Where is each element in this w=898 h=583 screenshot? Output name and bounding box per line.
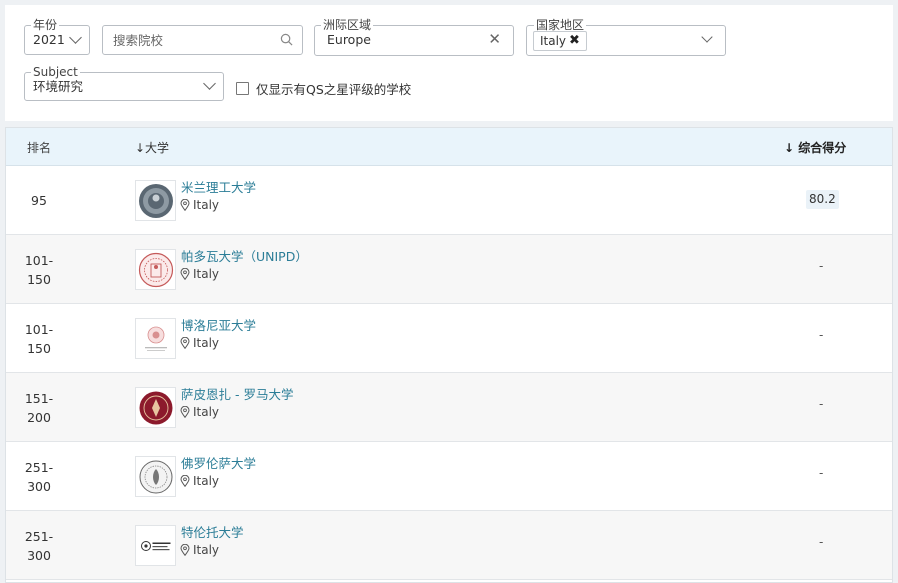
unitn-seal-icon [140, 540, 170, 551]
country-info: Italy [180, 267, 219, 281]
location-pin-icon [180, 199, 190, 211]
country-text: Italy [193, 267, 220, 281]
table-row[interactable]: 151- 200 萨皮恩扎 - 罗马大学 Italy - [6, 373, 892, 442]
rank-cell: 251- 300 [24, 528, 54, 563]
location-pin-icon [180, 268, 190, 280]
region-select[interactable]: 洲际区域 Europe ✕ [314, 17, 514, 56]
university-logo[interactable] [135, 318, 176, 359]
location-pin-icon [180, 544, 190, 556]
ranking-table: 排名 ↓大学 ↓ 综合得分 95 米兰理工大学 Italy 80.2 101- 1… [5, 127, 893, 583]
country-info: Italy [180, 543, 219, 557]
university-logo[interactable] [135, 249, 176, 290]
rank-cell: 251- 300 [24, 459, 54, 494]
country-text: Italy [193, 405, 220, 419]
rank-cell: 101- 150 [24, 321, 54, 356]
university-name-link[interactable]: 米兰理工大学 [181, 177, 256, 196]
location-pin-icon [180, 475, 190, 487]
search-field[interactable] [102, 25, 303, 55]
country-info: Italy [180, 336, 219, 350]
region-value: Europe [327, 32, 371, 47]
chevron-down-icon [69, 31, 82, 44]
polimi-seal-icon [138, 183, 173, 218]
subject-label: Subject [31, 64, 80, 80]
location-pin-icon [180, 406, 190, 418]
overall-score: - [819, 328, 824, 342]
rank-cell: 151- 200 [24, 390, 54, 425]
search-input[interactable] [103, 26, 302, 54]
country-text: Italy [193, 474, 220, 488]
overall-score: - [819, 535, 824, 549]
rank-column-header[interactable]: 排名 [27, 139, 51, 156]
table-row[interactable]: 251- 300 佛罗伦萨大学 Italy - [6, 442, 892, 511]
university-logo[interactable] [135, 387, 176, 428]
country-text: Italy [193, 543, 220, 557]
rank-cell: 101- 150 [24, 252, 54, 287]
overall-score: - [819, 259, 824, 273]
country-chip-label: Italy [540, 34, 567, 48]
chevron-down-icon [701, 31, 713, 43]
university-logo[interactable] [135, 180, 176, 221]
rank-cell: 95 [31, 193, 47, 208]
country-text: Italy [193, 198, 220, 212]
qs-stars-label[interactable]: 仅显示有QS之星评级的学校 [256, 79, 411, 98]
table-header: 排名 ↓大学 ↓ 综合得分 [6, 128, 892, 166]
qs-stars-filter[interactable]: 仅显示有QS之星评级的学校 [236, 79, 411, 98]
unibo-seal-icon [144, 326, 167, 351]
location-pin-icon [180, 337, 190, 349]
qs-stars-checkbox[interactable] [236, 82, 249, 95]
table-row[interactable]: 101- 150 帕多瓦大学（UNIPD） Italy - [6, 235, 892, 304]
overall-score: - [819, 397, 824, 411]
overall-score: - [819, 466, 824, 480]
country-text: Italy [193, 336, 220, 350]
year-label: 年份 [31, 17, 60, 33]
chevron-down-icon [203, 77, 216, 90]
score-column-header[interactable]: ↓ 综合得分 [784, 139, 846, 156]
year-value: 2021 [33, 32, 65, 47]
university-logo[interactable] [135, 456, 176, 497]
subject-select[interactable]: Subject 环境研究 [24, 64, 224, 101]
filter-panel: 年份 2021 洲际区域 Europe ✕ 国家地区 Italy ✖ Subje… [5, 5, 893, 121]
close-icon[interactable]: ✖ [569, 32, 580, 50]
university-name-link[interactable]: 萨皮恩扎 - 罗马大学 [181, 384, 293, 403]
year-select[interactable]: 年份 2021 [24, 17, 90, 55]
overall-score: 80.2 [806, 190, 839, 209]
table-row[interactable]: 95 米兰理工大学 Italy 80.2 [6, 166, 892, 235]
search-icon[interactable] [280, 33, 293, 46]
country-chip[interactable]: Italy ✖ [533, 31, 587, 51]
close-icon[interactable]: ✕ [488, 31, 501, 47]
university-column-header[interactable]: ↓大学 [135, 139, 169, 156]
country-info: Italy [180, 405, 219, 419]
region-label: 洲际区域 [321, 17, 374, 33]
unipd-seal-icon [138, 252, 173, 287]
university-name-link[interactable]: 博洛尼亚大学 [181, 315, 256, 334]
table-row[interactable]: 101- 150 博洛尼亚大学 Italy - [6, 304, 892, 373]
university-logo[interactable] [135, 525, 176, 566]
sapienza-seal-icon [139, 391, 172, 424]
table-row[interactable]: 251- 300 特伦托大学 Italy - [6, 511, 892, 580]
country-select[interactable]: 国家地区 Italy ✖ [526, 17, 726, 56]
country-info: Italy [180, 198, 219, 212]
university-name-link[interactable]: 佛罗伦萨大学 [181, 453, 256, 472]
university-name-link[interactable]: 帕多瓦大学（UNIPD） [181, 246, 308, 265]
subject-value: 环境研究 [33, 79, 84, 94]
unifi-seal-icon [139, 460, 172, 493]
university-name-link[interactable]: 特伦托大学 [181, 522, 244, 541]
country-info: Italy [180, 474, 219, 488]
